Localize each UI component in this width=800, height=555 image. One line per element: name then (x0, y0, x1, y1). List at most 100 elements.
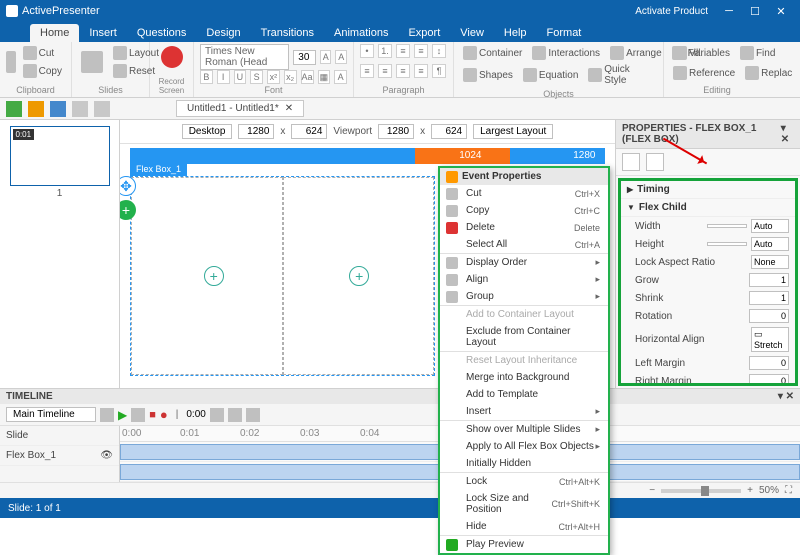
shapes-button[interactable]: Shapes (460, 66, 516, 84)
zoom-slider[interactable] (661, 489, 741, 493)
tl-fit-icon[interactable] (246, 408, 260, 422)
prop-value-input[interactable]: 0 (749, 374, 789, 386)
tab-export[interactable]: Export (398, 24, 450, 42)
ctx-hide[interactable]: HideCtrl+Alt+H (440, 518, 608, 535)
align-justify-button[interactable]: ≡ (414, 64, 428, 78)
prop-tab-2[interactable] (646, 153, 664, 171)
maximize-button[interactable]: ☐ (742, 2, 768, 20)
tl-row-slide[interactable]: Slide (0, 426, 119, 446)
document-tab[interactable]: Untitled1 - Untitled1*✕ (176, 100, 304, 117)
ctx-lock-size-and-position[interactable]: Lock Size and PositionCtrl+Shift+K (440, 490, 608, 518)
prop-tab-1[interactable] (622, 153, 640, 171)
replace-button[interactable]: Replac (742, 64, 795, 82)
sub-button[interactable]: x₂ (284, 70, 297, 84)
add-cell-button[interactable]: + (204, 266, 224, 286)
find-button[interactable]: Find (737, 44, 778, 62)
eye-icon[interactable]: 👁 (100, 450, 113, 461)
ctx-lock[interactable]: LockCtrl+Alt+K (440, 472, 608, 490)
record-screen-button[interactable] (156, 44, 187, 70)
tl-stop-icon[interactable]: ■ (149, 409, 156, 421)
reference-button[interactable]: Reference (670, 64, 738, 82)
tab-view[interactable]: View (450, 24, 494, 42)
tab-format[interactable]: Format (537, 24, 592, 42)
bullets-button[interactable]: • (360, 44, 374, 58)
underline-button[interactable]: U (234, 70, 247, 84)
minimize-button[interactable]: ─ (716, 2, 742, 20)
cut-button[interactable]: Cut (20, 44, 65, 62)
zoom-fit-icon[interactable]: ⛶ (785, 485, 792, 496)
qat-undo-icon[interactable] (72, 101, 88, 117)
qat-redo-icon[interactable] (94, 101, 110, 117)
tl-zoomin-icon[interactable] (228, 408, 242, 422)
tab-insert[interactable]: Insert (79, 24, 127, 42)
tl-record-icon[interactable]: ● (160, 407, 168, 422)
ruler[interactable]: 10241280 (130, 148, 605, 164)
prop-value-input[interactable]: 0 (749, 309, 789, 323)
new-slide-button[interactable] (78, 49, 106, 75)
font-family-select[interactable]: Times New Roman (Head (200, 44, 289, 70)
flexbox-tag[interactable]: Flex Box_1 (130, 162, 187, 176)
linespace-button[interactable]: ↕ (432, 44, 446, 58)
ctx-add-to-container-layout[interactable]: Add to Container Layout (440, 305, 608, 323)
tab-help[interactable]: Help (494, 24, 537, 42)
zoom-out-button[interactable]: − (649, 485, 655, 496)
arrange-button[interactable]: Arrange (607, 44, 665, 62)
bold-button[interactable]: B (200, 70, 213, 84)
align-left-button[interactable]: ≡ (360, 64, 374, 78)
ctx-initially-hidden[interactable]: Initially Hidden (440, 455, 608, 472)
ctx-cut[interactable]: CutCtrl+X (440, 185, 608, 202)
variables-button[interactable]: Variables (670, 44, 733, 62)
canvas-height-input[interactable]: 624 (291, 124, 327, 139)
strike-button[interactable]: S (250, 70, 263, 84)
qat-open-icon[interactable] (28, 101, 44, 117)
prop-dropdown[interactable]: Auto (751, 237, 789, 251)
prop-value-input[interactable]: 1 (749, 273, 789, 287)
ctx-group[interactable]: Group▸ (440, 288, 608, 305)
prop-dropdown[interactable]: ▭ Stretch (751, 327, 789, 352)
ctx-insert[interactable]: Insert▸ (440, 403, 608, 420)
flexbox-container[interactable]: + + (130, 176, 435, 376)
tab-home[interactable]: Home (30, 24, 79, 42)
equation-button[interactable]: Equation (520, 66, 581, 84)
prop-dropdown[interactable]: None (751, 255, 789, 269)
tl-next-icon[interactable] (131, 408, 145, 422)
zoom-in-button[interactable]: + (747, 485, 753, 496)
prop-value-input[interactable] (707, 224, 747, 228)
close-button[interactable]: ✕ (768, 2, 794, 20)
ctx-display-order[interactable]: Display Order▸ (440, 253, 608, 271)
tab-questions[interactable]: Questions (127, 24, 197, 42)
section-timing[interactable]: ▶Timing (621, 181, 795, 199)
prop-value-input[interactable]: 0 (749, 356, 789, 370)
tab-transitions[interactable]: Transitions (251, 24, 324, 42)
italic-button[interactable]: I (217, 70, 230, 84)
activate-product-link[interactable]: Activate Product (635, 6, 708, 17)
ctx-merge-into-background[interactable]: Merge into Background (440, 369, 608, 386)
timeline-close-icon[interactable]: ▾ ✕ (778, 391, 794, 402)
highlight-button[interactable]: ▦ (318, 70, 331, 84)
prop-dropdown[interactable]: Auto (751, 219, 789, 233)
font-grow-button[interactable]: A (320, 50, 332, 64)
font-color-button[interactable]: A (334, 70, 347, 84)
direction-button[interactable]: ¶ (432, 64, 446, 78)
ctx-add-to-template[interactable]: Add to Template (440, 386, 608, 403)
device-select[interactable]: Desktop (182, 124, 233, 139)
indent-inc-button[interactable]: ≡ (414, 44, 428, 58)
prop-value-input[interactable]: 1 (749, 291, 789, 305)
super-button[interactable]: x² (267, 70, 280, 84)
tl-zoomout-icon[interactable] (210, 408, 224, 422)
indent-dec-button[interactable]: ≡ (396, 44, 410, 58)
prop-value-input[interactable] (707, 242, 747, 246)
slide-thumbnail[interactable]: 0:01 (10, 126, 110, 186)
case-button[interactable]: Aa (301, 70, 314, 84)
tab-design[interactable]: Design (196, 24, 250, 42)
ctx-event-properties[interactable]: Event Properties (440, 168, 608, 185)
ctx-select-all[interactable]: Select AllCtrl+A (440, 236, 608, 253)
tab-animations[interactable]: Animations (324, 24, 398, 42)
ctx-play-preview[interactable]: Play Preview (440, 535, 608, 553)
panel-close-icon[interactable]: ▾ ✕ (781, 123, 794, 145)
ctx-copy[interactable]: CopyCtrl+C (440, 202, 608, 219)
ctx-align[interactable]: Align▸ (440, 271, 608, 288)
viewport-height-input[interactable]: 624 (431, 124, 467, 139)
tl-prev-icon[interactable] (100, 408, 114, 422)
layout-select[interactable]: Largest Layout (473, 124, 553, 139)
